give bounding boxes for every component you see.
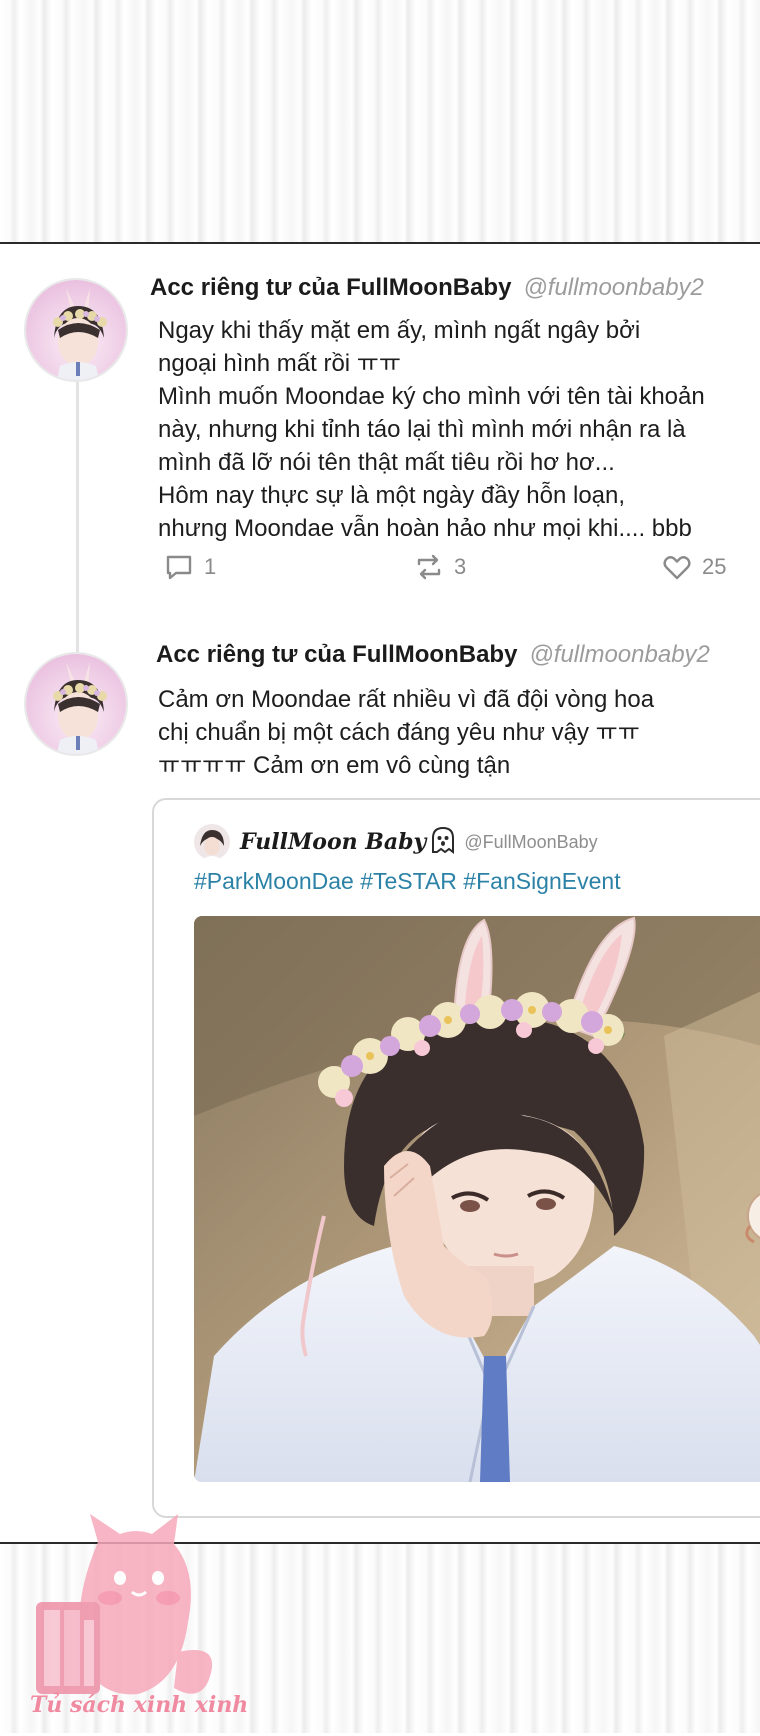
quoted-display-name[interactable]: FullMoon Baby — [240, 829, 426, 855]
watermark-text: Tủ sách xinh xinh — [30, 1692, 249, 1718]
heart-icon — [663, 556, 691, 580]
retweet-count: 3 — [454, 554, 467, 579]
tweet-actions: 1 3 25 — [160, 552, 750, 592]
tweet-header: Acc riêng tư của FullMoonBaby @fullmoonba… — [150, 274, 704, 302]
ghost-emoji-icon — [430, 826, 456, 859]
tweet-text: Ngay khi thấy mặt em ấy, mình ngất ngây … — [158, 317, 705, 542]
reply-count: 1 — [204, 554, 217, 579]
quoted-user-avatar[interactable] — [194, 824, 230, 860]
display-name[interactable]: Acc riêng tư của FullMoonBaby — [150, 274, 511, 301]
tweet-header: Acc riêng tư của FullMoonBaby @fullmoonba… — [156, 641, 710, 669]
like-count: 25 — [702, 554, 727, 579]
retweet-icon — [417, 554, 441, 580]
quoted-user-handle[interactable]: @FullMoonBaby — [464, 832, 597, 853]
like-button[interactable]: 25 — [662, 552, 726, 582]
reply-button[interactable]: 1 — [164, 552, 216, 582]
hashtags[interactable]: #ParkMoonDae #TeSTAR #FanSignEvent — [194, 868, 621, 895]
quoted-tweet-photo[interactable] — [194, 916, 760, 1482]
user-handle[interactable]: @fullmoonbaby2 — [523, 274, 703, 301]
user-avatar[interactable] — [24, 652, 128, 756]
thread-connector-line — [76, 382, 79, 652]
avatar-image — [26, 280, 126, 380]
reply-icon — [166, 555, 192, 580]
user-handle[interactable]: @fullmoonbaby2 — [529, 641, 709, 668]
photo-boy-with-bunny-ears-and-flower-crown-icon — [194, 916, 760, 1482]
quoted-tweet-card[interactable]: FullMoon Baby @FullMoonBaby #ParkMoonDae… — [152, 798, 760, 1518]
quoted-tweet-header: FullMoon Baby @FullMoonBaby — [194, 824, 598, 860]
retweet-button[interactable]: 3 — [414, 552, 466, 582]
avatar-image — [194, 824, 230, 860]
user-avatar[interactable] — [24, 278, 128, 382]
avatar-image — [26, 654, 126, 754]
display-name[interactable]: Acc riêng tư của FullMoonBaby — [156, 641, 517, 668]
tweet-text: Cảm ơn Moondae rất nhiều vì đã đội vòng … — [158, 686, 655, 779]
top-background-band — [0, 0, 760, 244]
